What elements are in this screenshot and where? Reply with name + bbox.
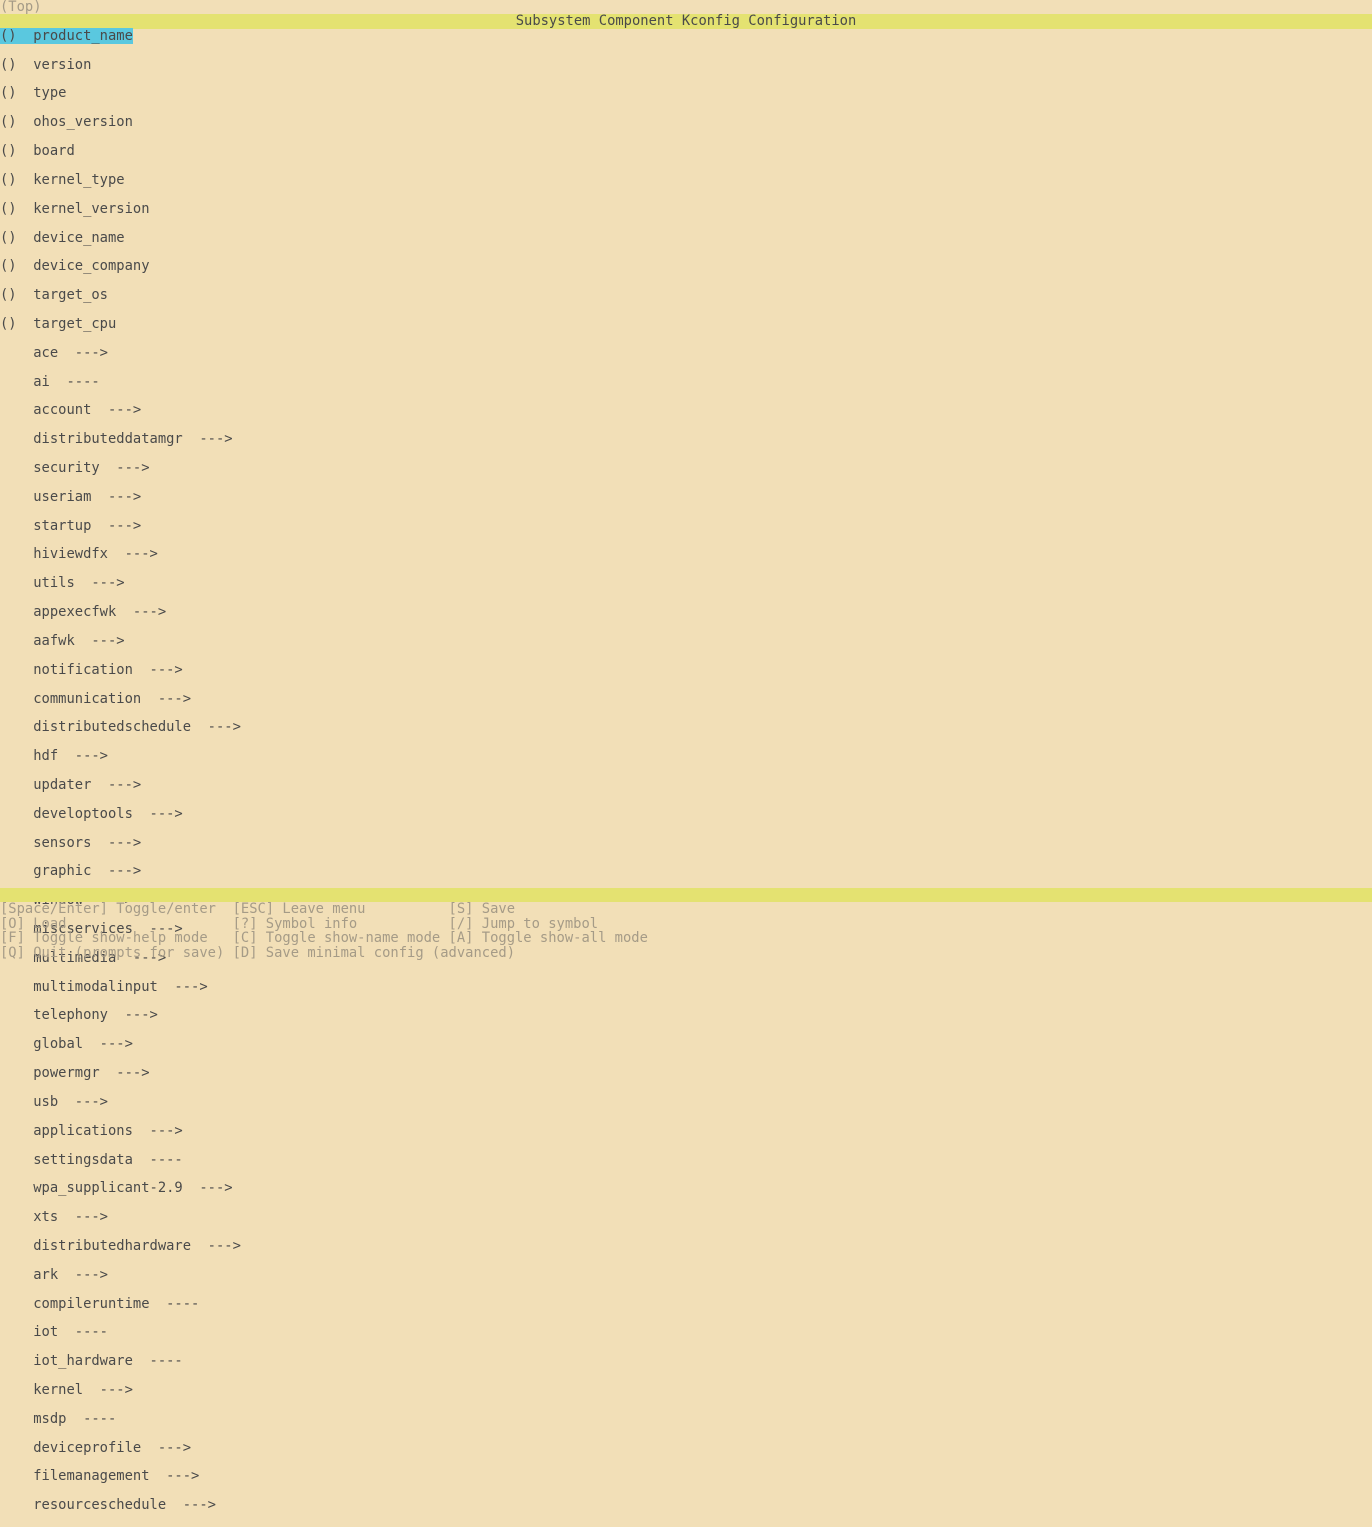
help-divider bbox=[0, 888, 1372, 902]
menu-item-useriam[interactable]: useriam ---> bbox=[0, 490, 1372, 504]
menu-item-distributedhardware[interactable]: distributedhardware ---> bbox=[0, 1239, 1372, 1253]
menu-item-appexecfwk[interactable]: appexecfwk ---> bbox=[0, 605, 1372, 619]
menu-item-msdp[interactable]: msdp ---- bbox=[0, 1412, 1372, 1426]
menu-item-distributeddatamgr[interactable]: distributeddatamgr ---> bbox=[0, 432, 1372, 446]
menu-list: () product_name () version () type () oh… bbox=[0, 29, 1372, 1527]
menu-item-device_name[interactable]: () device_name bbox=[0, 231, 1372, 245]
menu-item-usb[interactable]: usb ---> bbox=[0, 1095, 1372, 1109]
menu-item-utils[interactable]: utils ---> bbox=[0, 576, 1372, 590]
menu-item-product_name[interactable]: () product_name bbox=[0, 29, 1372, 43]
menu-item-applications[interactable]: applications ---> bbox=[0, 1124, 1372, 1138]
menu-item-hiviewdfx[interactable]: hiviewdfx ---> bbox=[0, 547, 1372, 561]
menu-item-iot_hardware[interactable]: iot_hardware ---- bbox=[0, 1354, 1372, 1368]
menu-item-account[interactable]: account ---> bbox=[0, 403, 1372, 417]
breadcrumb: (Top) bbox=[0, 0, 1372, 14]
menu-item-kernel_version[interactable]: () kernel_version bbox=[0, 202, 1372, 216]
menu-item-resourceschedule[interactable]: resourceschedule ---> bbox=[0, 1498, 1372, 1512]
menu-item-kernel_type[interactable]: () kernel_type bbox=[0, 173, 1372, 187]
menu-item-ark[interactable]: ark ---> bbox=[0, 1268, 1372, 1282]
menu-item-board[interactable]: () board bbox=[0, 144, 1372, 158]
menu-item-iot[interactable]: iot ---- bbox=[0, 1325, 1372, 1339]
menu-item-developtools[interactable]: developtools ---> bbox=[0, 807, 1372, 821]
menu-item-notification[interactable]: notification ---> bbox=[0, 663, 1372, 677]
menu-item-settingsdata[interactable]: settingsdata ---- bbox=[0, 1153, 1372, 1167]
menu-item-security[interactable]: security ---> bbox=[0, 461, 1372, 475]
menu-item-ohos_version[interactable]: () ohos_version bbox=[0, 115, 1372, 129]
menu-item-target_os[interactable]: () target_os bbox=[0, 288, 1372, 302]
menu-item-telephony[interactable]: telephony ---> bbox=[0, 1008, 1372, 1022]
menu-item-aafwk[interactable]: aafwk ---> bbox=[0, 634, 1372, 648]
menu-item-startup[interactable]: startup ---> bbox=[0, 519, 1372, 533]
menu-item-target_cpu[interactable]: () target_cpu bbox=[0, 317, 1372, 331]
menu-item-filemanagement[interactable]: filemanagement ---> bbox=[0, 1469, 1372, 1483]
menu-item-global[interactable]: global ---> bbox=[0, 1037, 1372, 1051]
menu-item-compileruntime[interactable]: compileruntime ---- bbox=[0, 1297, 1372, 1311]
menu-item-kernel[interactable]: kernel ---> bbox=[0, 1383, 1372, 1397]
title-bar: Subsystem Component Kconfig Configuratio… bbox=[0, 14, 1372, 28]
menu-item-device_company[interactable]: () device_company bbox=[0, 259, 1372, 273]
menu-item-hdf[interactable]: hdf ---> bbox=[0, 749, 1372, 763]
menu-item-deviceprofile[interactable]: deviceprofile ---> bbox=[0, 1441, 1372, 1455]
menu-item-version[interactable]: () version bbox=[0, 58, 1372, 72]
menu-item-graphic[interactable]: graphic ---> bbox=[0, 864, 1372, 878]
menu-item-updater[interactable]: updater ---> bbox=[0, 778, 1372, 792]
menu-item-powermgr[interactable]: powermgr ---> bbox=[0, 1066, 1372, 1080]
menu-item-multimodalinput[interactable]: multimodalinput ---> bbox=[0, 980, 1372, 994]
menu-item-communication[interactable]: communication ---> bbox=[0, 692, 1372, 706]
menu-item-wpa_supplicant-2.9[interactable]: wpa_supplicant-2.9 ---> bbox=[0, 1181, 1372, 1195]
menu-item-ace[interactable]: ace ---> bbox=[0, 346, 1372, 360]
menu-item-ai[interactable]: ai ---- bbox=[0, 375, 1372, 389]
menu-item-distributedschedule[interactable]: distributedschedule ---> bbox=[0, 720, 1372, 734]
menu-item-sensors[interactable]: sensors ---> bbox=[0, 836, 1372, 850]
help-footer: [Space/Enter] Toggle/enter [ESC] Leave m… bbox=[0, 902, 1372, 960]
menu-item-type[interactable]: () type bbox=[0, 86, 1372, 100]
menu-item-xts[interactable]: xts ---> bbox=[0, 1210, 1372, 1224]
